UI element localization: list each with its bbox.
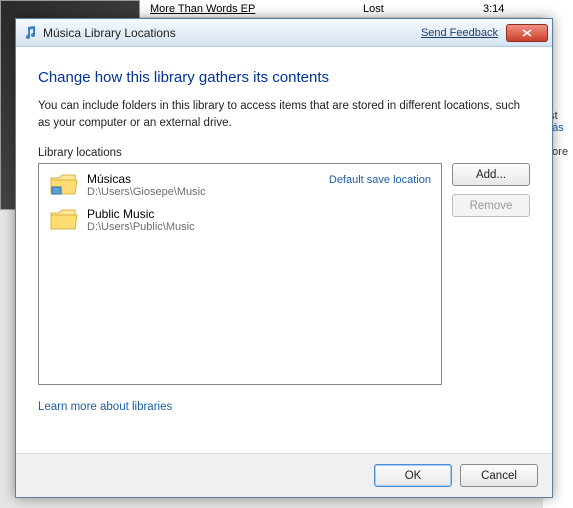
learn-more-link[interactable]: Learn more about libraries <box>38 401 530 413</box>
titlebar: Música Library Locations Send Feedback <box>16 19 552 47</box>
locations-row: Músicas D:\Users\Giosepe\Music Default s… <box>38 163 530 385</box>
track-status: Lost <box>363 3 483 15</box>
music-note-icon <box>22 25 38 41</box>
location-text: Músicas D:\Users\Giosepe\Music <box>87 172 329 198</box>
folder-icon <box>49 172 79 198</box>
default-save-badge: Default save location <box>329 174 431 186</box>
folder-icon <box>49 207 79 233</box>
cancel-button[interactable]: Cancel <box>460 464 538 487</box>
location-name: Public Music <box>87 207 431 221</box>
dialog-body: Change how this library gathers its cont… <box>16 47 552 453</box>
locations-list[interactable]: Músicas D:\Users\Giosepe\Music Default s… <box>38 163 442 385</box>
location-text: Public Music D:\Users\Public\Music <box>87 207 431 233</box>
dialog-title: Música Library Locations <box>43 26 421 40</box>
location-path: D:\Users\Giosepe\Music <box>87 186 329 198</box>
add-button[interactable]: Add... <box>452 163 530 186</box>
location-name: Músicas <box>87 172 329 186</box>
list-item[interactable]: Public Music D:\Users\Public\Music <box>41 203 439 238</box>
dialog-footer: OK Cancel <box>16 453 552 497</box>
location-path: D:\Users\Public\Music <box>87 221 431 233</box>
remove-button[interactable]: Remove <box>452 194 530 217</box>
close-icon <box>522 29 532 37</box>
dialog-description: You can include folders in this library … <box>38 98 530 131</box>
list-item[interactable]: Músicas D:\Users\Giosepe\Music Default s… <box>41 168 439 203</box>
ok-button[interactable]: OK <box>374 464 452 487</box>
library-locations-dialog: Música Library Locations Send Feedback C… <box>15 18 553 498</box>
dialog-heading: Change how this library gathers its cont… <box>38 69 530 86</box>
close-button[interactable] <box>506 24 548 42</box>
side-buttons: Add... Remove <box>452 163 530 385</box>
library-locations-label: Library locations <box>38 147 530 159</box>
track-title: More Than Words EP <box>150 3 363 15</box>
send-feedback-link[interactable]: Send Feedback <box>421 27 498 39</box>
background-track-row: More Than Words EP Lost 3:14 <box>140 0 543 18</box>
track-duration: 3:14 <box>483 3 543 15</box>
